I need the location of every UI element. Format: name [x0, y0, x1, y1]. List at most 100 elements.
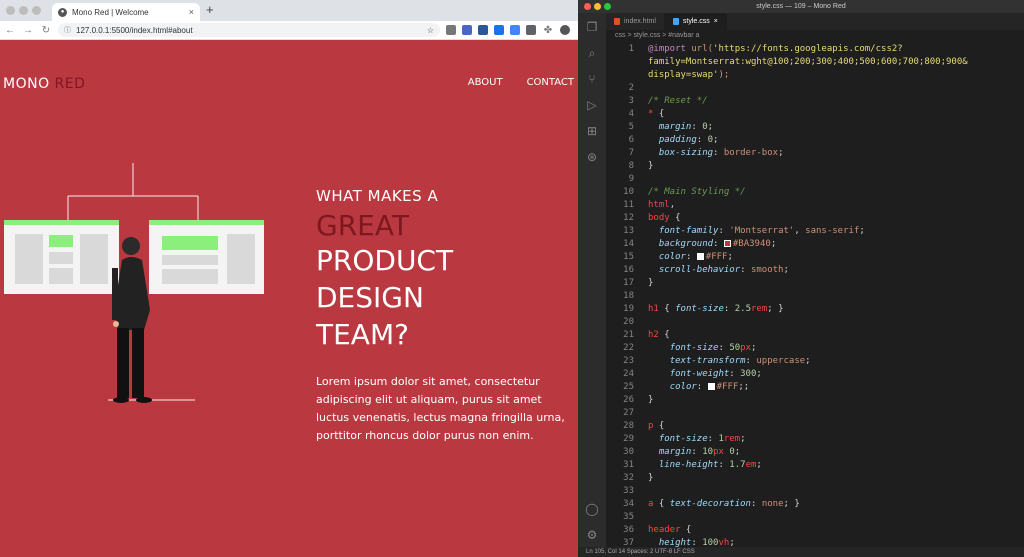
close-window-button[interactable] — [6, 6, 15, 15]
code-line: 16 scroll-behavior: smooth; — [623, 265, 789, 275]
reload-icon[interactable]: ↻ — [40, 25, 52, 36]
nav-link-contact[interactable]: CONTACT — [527, 77, 574, 88]
code-line: 15 color: #FFF; — [623, 252, 733, 262]
code-line: 20 — [623, 317, 634, 327]
tab-close-icon[interactable]: × — [714, 18, 718, 25]
new-tab-button[interactable]: + — [206, 3, 214, 17]
logo-main: MONO — [3, 76, 50, 92]
tab-style-css[interactable]: style.css × — [664, 13, 727, 30]
gear-icon[interactable]: ⚙ — [584, 527, 600, 543]
bg-color-value: #BA3940 — [732, 239, 771, 249]
code-line: 5 margin: 0; — [628, 122, 714, 132]
status-text[interactable]: Ln 105, Col 14 Spaces: 2 UTF-8 LF CSS — [586, 549, 695, 555]
code-line: 21 h2 { — [623, 330, 670, 340]
code-line: 28 p { — [623, 421, 665, 431]
screen: ● Mono Red | Welcome × + ← → ↻ ⓘ 127.0.0… — [0, 0, 1024, 557]
code-line: 6 padding: 0; — [628, 135, 719, 145]
breadcrumb[interactable]: css > style.css > #navbar a — [606, 30, 1024, 42]
browser-toolbar: ← → ↻ ⓘ 127.0.0.1:5500/index.html#about … — [0, 21, 578, 40]
bookmark-star-icon[interactable]: ☆ — [427, 26, 434, 35]
tab-title: Mono Red | Welcome — [72, 7, 149, 17]
code-line: 13 font-family: 'Montserrat', sans-serif… — [623, 226, 865, 236]
editor-tabs: index.html style.css × — [606, 13, 1024, 30]
remote-icon[interactable]: ⊛ — [584, 149, 600, 165]
code-line: 29 font-size: 1rem; — [623, 434, 746, 444]
code-line: 34 a { text-decoration: none; } — [623, 499, 800, 509]
browser-window: ● Mono Red | Welcome × + ← → ↻ ⓘ 127.0.0… — [0, 0, 578, 557]
code-line: 26} — [623, 395, 654, 405]
code-line: 14 background: #BA3940; — [623, 239, 777, 249]
code-line: 30 margin: 10px 0; — [623, 447, 741, 457]
code-line: 18 — [623, 291, 634, 301]
team-illustration — [4, 163, 264, 403]
minimize-window-button[interactable] — [19, 6, 28, 15]
html-file-icon — [614, 18, 620, 25]
browser-tab[interactable]: ● Mono Red | Welcome × — [52, 3, 200, 21]
code-line: 11 html, — [623, 200, 676, 210]
vscode-titlebar: style.css — 109 – Mono Red — [578, 0, 1024, 13]
back-icon[interactable]: ← — [4, 25, 16, 36]
code-line: 31 line-height: 1.7em; — [623, 460, 762, 470]
hero-paragraph: Lorem ipsum dolor sit amet, consectetur … — [316, 375, 565, 442]
extension-icon[interactable] — [478, 25, 488, 35]
profile-icon[interactable] — [560, 25, 570, 35]
extensions-icon[interactable]: ⊞ — [584, 123, 600, 139]
activity-bar: ❐ ⌕ ⑂ ▷ ⊞ ⊛ ◯ ⚙ — [578, 13, 606, 557]
css-file-icon — [672, 18, 679, 25]
window-title: style.css — 109 – Mono Red — [756, 3, 846, 10]
code-line: 24 font-weight: 300; — [623, 369, 762, 379]
site-logo[interactable]: MONO RED — [3, 76, 85, 92]
code-line: 27 — [623, 408, 634, 418]
code-line: 23 text-transform: uppercase; — [623, 356, 811, 366]
code-line: 8} — [628, 161, 654, 171]
extension-icon[interactable] — [526, 25, 536, 35]
account-icon[interactable]: ◯ — [584, 501, 600, 517]
search-icon[interactable]: ⌕ — [584, 45, 600, 61]
code-line: 10/* Main Styling */ — [623, 187, 746, 197]
url-text: 127.0.0.1:5500/index.html#about — [76, 25, 193, 35]
code-line: 2 — [628, 83, 634, 93]
code-editor[interactable]: 1 @import url('https://fonts.googleapis.c… — [606, 43, 1024, 548]
explorer-icon[interactable]: ❐ — [584, 19, 600, 35]
site-nav: ABOUT CONTACT — [468, 77, 574, 88]
browser-tabbar: ● Mono Red | Welcome × + — [0, 0, 578, 21]
code-line: 12 body { — [623, 213, 681, 223]
extension-icon[interactable] — [446, 25, 456, 35]
text-color-value: #FFF — [716, 382, 739, 392]
globe-icon: ● — [58, 7, 67, 17]
heading-line: TEAM? — [316, 318, 409, 351]
tab-label: style.css — [682, 18, 710, 25]
code-line: 35 — [623, 512, 634, 522]
forward-icon[interactable]: → — [22, 25, 34, 36]
info-icon[interactable]: ⓘ — [64, 25, 71, 35]
code-line: 7 box-sizing: border-box; — [628, 148, 784, 158]
color-swatch[interactable] — [707, 383, 715, 390]
address-bar[interactable]: ⓘ 127.0.0.1:5500/index.html#about ☆ — [58, 23, 440, 37]
heading-accent: GREAT — [316, 209, 409, 242]
code-line: 33 — [623, 486, 634, 496]
nav-link-about[interactable]: ABOUT — [468, 77, 503, 88]
code-line: 4 * { — [628, 109, 665, 119]
logo-accent: RED — [54, 76, 86, 92]
tab-label: index.html — [624, 18, 656, 25]
run-debug-icon[interactable]: ▷ — [584, 97, 600, 113]
zoom-window-button[interactable] — [32, 6, 41, 15]
tab-index-html[interactable]: index.html — [606, 13, 665, 30]
color-swatch[interactable] — [723, 240, 731, 247]
extension-icon[interactable] — [494, 25, 504, 35]
zoom-window-button[interactable] — [604, 3, 611, 10]
minimize-window-button[interactable] — [594, 3, 601, 10]
status-bar: Ln 105, Col 14 Spaces: 2 UTF-8 LF CSS — [578, 547, 1024, 557]
close-window-button[interactable] — [584, 3, 591, 10]
code-line: 25 color: #FFF;; — [623, 382, 750, 392]
puzzle-icon[interactable]: ✤ — [542, 25, 554, 36]
hero-heading: WHAT MAKES A GREAT PRODUCT DESIGN TEAM? — [316, 187, 453, 353]
code-line: 1 @import url('https://fonts.googleapis.c… — [628, 44, 903, 54]
code-line: 22 font-size: 50px; — [623, 343, 757, 353]
heading-small: WHAT MAKES A — [316, 187, 439, 205]
extension-icon[interactable] — [462, 25, 472, 35]
tab-close-icon[interactable]: × — [189, 7, 194, 17]
color-swatch[interactable] — [696, 253, 704, 260]
extension-icon[interactable] — [510, 25, 520, 35]
source-control-icon[interactable]: ⑂ — [584, 71, 600, 87]
